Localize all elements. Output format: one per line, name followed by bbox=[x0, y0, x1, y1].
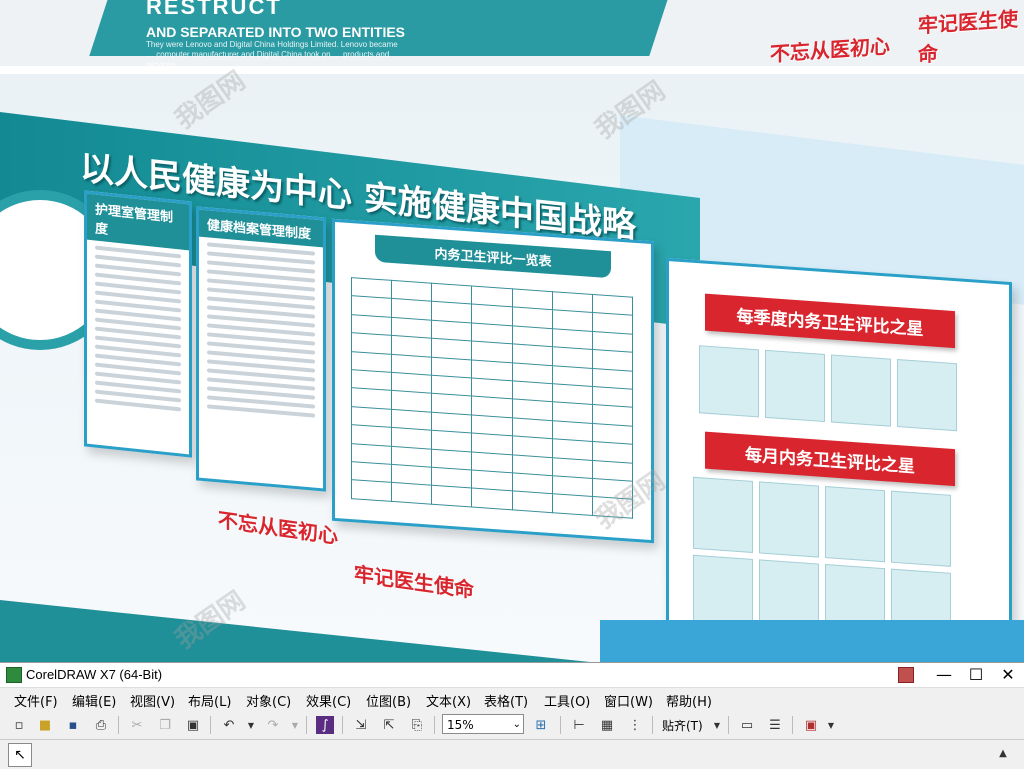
zoom-level-value: 15% bbox=[447, 718, 474, 732]
grid-cell bbox=[431, 485, 472, 508]
print-icon[interactable]: ⎙ bbox=[92, 716, 110, 734]
menu-text[interactable]: 文本(X) bbox=[426, 691, 471, 710]
ribbon-monthly-star: 每月内务卫生评比之星 bbox=[705, 431, 955, 487]
top-english-text: RESTRUCT AND SEPARATED INTO TWO ENTITIES… bbox=[146, 0, 406, 66]
menu-table[interactable]: 表格(T) bbox=[484, 691, 528, 710]
artwork-canvas: RESTRUCT AND SEPARATED INTO TWO ENTITIES… bbox=[0, 0, 1024, 662]
title-bar: CorelDRAW X7 (64-Bit) — ☐ ✕ bbox=[0, 663, 1024, 688]
export-icon[interactable]: ⇱ bbox=[380, 716, 398, 734]
full-screen-preview-icon[interactable]: ⊞ bbox=[532, 716, 550, 734]
undo-icon[interactable]: ↶ bbox=[220, 716, 238, 734]
photo-slot bbox=[831, 354, 891, 427]
publish-pdf-icon[interactable]: ⎘ bbox=[408, 716, 426, 734]
chevron-down-icon[interactable]: ⌄ bbox=[513, 715, 521, 735]
maximize-button[interactable]: ☐ bbox=[960, 663, 992, 687]
open-folder-icon[interactable]: ■ bbox=[36, 716, 54, 734]
menu-window[interactable]: 窗口(W) bbox=[604, 691, 653, 710]
toolbar-separator bbox=[306, 716, 307, 734]
toolbar-separator bbox=[118, 716, 119, 734]
photo-slot bbox=[897, 359, 957, 432]
menu-file[interactable]: 文件(F) bbox=[14, 691, 58, 710]
top-slogan-right: 牢记医生使命 bbox=[918, 6, 1018, 66]
photo-slot bbox=[891, 490, 951, 567]
top-subheading: AND SEPARATED INTO TWO ENTITIES bbox=[146, 24, 406, 40]
scroll-up-icon[interactable]: ▲ bbox=[994, 744, 1012, 762]
coreldraw-window: CorelDRAW X7 (64-Bit) — ☐ ✕ 文件(F) 编辑(E) … bbox=[0, 662, 1024, 769]
show-rulers-icon[interactable]: ⊢ bbox=[570, 716, 588, 734]
image-divider bbox=[0, 66, 1024, 74]
board-hygiene-stars: 每季度内务卫生评比之星 每月内务卫生评比之星 bbox=[666, 257, 1012, 662]
menu-effects[interactable]: 效果(C) bbox=[306, 691, 351, 710]
photo-slot bbox=[825, 486, 885, 563]
grid-cell bbox=[351, 480, 392, 502]
bottom-blue-band bbox=[600, 620, 1024, 662]
menu-object[interactable]: 对象(C) bbox=[246, 691, 291, 710]
menu-tools[interactable]: 工具(O) bbox=[544, 691, 590, 710]
options-icon[interactable]: ☰ bbox=[766, 716, 784, 734]
board1-title: 护理室管理制度 bbox=[87, 193, 189, 251]
window-title: CorelDRAW X7 (64-Bit) bbox=[26, 667, 163, 682]
coreldraw-app-icon bbox=[6, 667, 22, 683]
menu-view[interactable]: 视图(V) bbox=[130, 691, 175, 710]
save-icon[interactable]: ▪ bbox=[64, 716, 82, 734]
photo-slot bbox=[693, 476, 753, 553]
toolbar-separator bbox=[792, 716, 793, 734]
board-health-records-rules: 健康档案管理制度 bbox=[196, 206, 326, 492]
launcher-dropdown-icon[interactable]: ▼ bbox=[822, 716, 840, 734]
zoom-level-select[interactable]: 15% ⌄ bbox=[442, 714, 524, 734]
close-button[interactable]: ✕ bbox=[992, 663, 1024, 687]
undo-dropdown-icon[interactable]: ▼ bbox=[242, 716, 260, 734]
snap-dropdown-chevron-icon[interactable]: ▼ bbox=[708, 716, 726, 734]
standard-toolbar: ▫ ■ ▪ ⎙ ✂ ❐ ▣ ↶ ▼ ↷ ▼ ∫ ⇲ ⇱ ⎘ 15% ⌄ ⊞ ⊢ … bbox=[0, 711, 1024, 740]
import-icon[interactable]: ⇲ bbox=[352, 716, 370, 734]
top-slogan-left: 不忘从医初心 bbox=[770, 33, 890, 66]
top-body-text: They were Lenovo and Digital China Holdi… bbox=[146, 40, 398, 66]
show-grid-icon[interactable]: ▦ bbox=[598, 716, 616, 734]
show-guidelines-icon[interactable]: ⋮ bbox=[626, 716, 644, 734]
photo-slot bbox=[699, 345, 759, 418]
toolbar-separator bbox=[342, 716, 343, 734]
toolbar-separator bbox=[728, 716, 729, 734]
ribbon-quarterly-star: 每季度内务卫生评比之星 bbox=[705, 293, 955, 349]
board1-text-lines bbox=[87, 245, 189, 413]
redo-icon[interactable]: ↷ bbox=[264, 716, 282, 734]
menu-edit[interactable]: 编辑(E) bbox=[72, 691, 116, 710]
toolbar-separator bbox=[434, 716, 435, 734]
board3-title: 内务卫生评比一览表 bbox=[375, 234, 611, 279]
menu-bar: 文件(F) 编辑(E) 视图(V) 布局(L) 对象(C) 效果(C) 位图(B… bbox=[0, 688, 1024, 710]
snap-to-dropdown[interactable]: 贴齐(T) bbox=[662, 717, 703, 734]
photo-slot bbox=[759, 481, 819, 558]
top-preview-strip: RESTRUCT AND SEPARATED INTO TWO ENTITIES… bbox=[0, 0, 1024, 66]
board2-title: 健康档案管理制度 bbox=[199, 209, 323, 248]
paste-icon[interactable]: ▣ bbox=[184, 716, 202, 734]
user-account-icon[interactable] bbox=[898, 667, 914, 683]
pick-tool-icon[interactable]: ↖ bbox=[8, 743, 32, 767]
menu-layout[interactable]: 布局(L) bbox=[188, 691, 231, 710]
menu-help[interactable]: 帮助(H) bbox=[666, 691, 712, 710]
minimize-button[interactable]: — bbox=[928, 663, 960, 687]
cut-icon[interactable]: ✂ bbox=[128, 716, 146, 734]
welcome-screen-icon[interactable]: ▭ bbox=[738, 716, 756, 734]
hygiene-score-grid bbox=[351, 277, 633, 519]
toolbar-separator bbox=[210, 716, 211, 734]
toolbar-separator bbox=[652, 716, 653, 734]
grid-cell bbox=[471, 488, 513, 510]
board-nursing-rules: 护理室管理制度 bbox=[84, 190, 192, 458]
board2-text-lines bbox=[199, 242, 323, 419]
search-content-icon[interactable]: ∫ bbox=[316, 716, 334, 734]
copy-icon[interactable]: ❐ bbox=[156, 716, 174, 734]
application-launcher-icon[interactable]: ▣ bbox=[802, 716, 820, 734]
top-heading: RESTRUCT bbox=[146, 0, 282, 19]
new-document-icon[interactable]: ▫ bbox=[10, 716, 28, 734]
photo-slot bbox=[765, 349, 825, 423]
grid-cell bbox=[391, 482, 432, 505]
property-bar: ↖ ▲ bbox=[0, 740, 1024, 769]
menu-bitmaps[interactable]: 位图(B) bbox=[366, 691, 411, 710]
redo-dropdown-icon[interactable]: ▼ bbox=[286, 716, 304, 734]
grid-cell bbox=[512, 491, 553, 513]
toolbar-separator bbox=[560, 716, 561, 734]
